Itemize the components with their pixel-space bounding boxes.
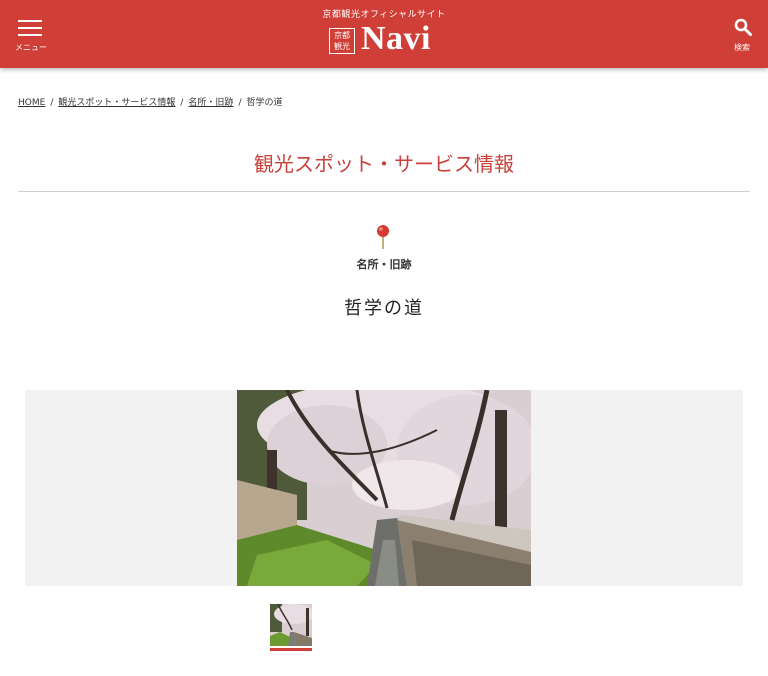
thumbnail-selected-indicator bbox=[270, 648, 312, 651]
breadcrumb-category[interactable]: 名所・旧跡 bbox=[188, 98, 233, 108]
logo-box-line1: 京都 bbox=[334, 31, 350, 40]
menu-label: メニュー bbox=[15, 43, 47, 52]
main-photo[interactable] bbox=[237, 390, 531, 586]
section-title: 観光スポット・サービス情報 bbox=[254, 152, 514, 176]
breadcrumb: HOME / 観光スポット・サービス情報 / 名所・旧跡 / 哲学の道 bbox=[18, 97, 283, 109]
logo-box-line2: 観光 bbox=[334, 42, 350, 51]
search-icon bbox=[734, 18, 752, 36]
logo-box: 京都 観光 bbox=[329, 28, 355, 54]
breadcrumb-home[interactable]: HOME bbox=[18, 98, 45, 108]
breadcrumb-separator: / bbox=[180, 98, 184, 108]
search-label: 検索 bbox=[734, 43, 750, 52]
gallery-thumbnail[interactable] bbox=[270, 604, 312, 646]
spot-title: 哲学の道 bbox=[344, 298, 424, 319]
menu-button[interactable]: メニュー bbox=[12, 14, 50, 58]
site-header: メニュー 京都観光オフィシャルサイト 京都 観光 Navi 検索 bbox=[0, 0, 768, 68]
hamburger-icon bbox=[18, 20, 42, 36]
category-label: 名所・旧跡 bbox=[356, 258, 412, 271]
divider bbox=[18, 191, 750, 192]
search-button[interactable]: 検索 bbox=[728, 16, 756, 56]
breadcrumb-separator: / bbox=[50, 98, 54, 108]
logo-wordmark: Navi bbox=[361, 20, 431, 57]
breadcrumb-spots[interactable]: 観光スポット・サービス情報 bbox=[58, 98, 175, 108]
breadcrumb-current: 哲学の道 bbox=[246, 98, 283, 108]
map-pin-icon bbox=[377, 225, 389, 249]
photo-gallery bbox=[25, 390, 743, 586]
breadcrumb-separator: / bbox=[238, 98, 242, 108]
site-logo[interactable]: 京都観光オフィシャルサイト 京都 観光 Navi bbox=[320, 8, 448, 62]
